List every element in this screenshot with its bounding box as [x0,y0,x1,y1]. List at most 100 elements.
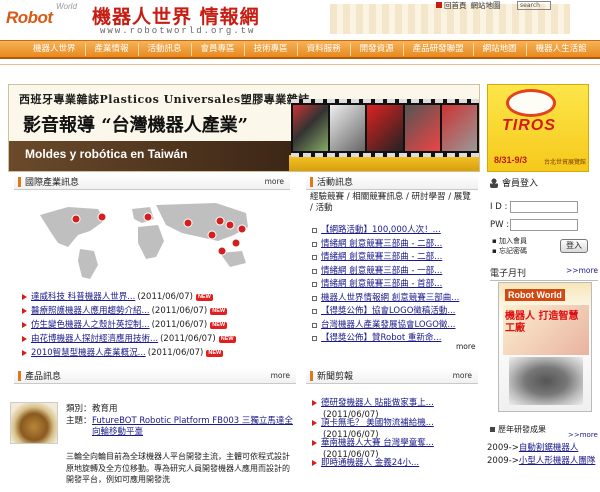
section-title: 產品訊息 [25,372,62,382]
news-clip-section: 新聞剪報 more [306,368,478,384]
more-link[interactable]: >>more [566,266,598,279]
logo-sub: World [56,2,77,11]
login-button[interactable]: 登入 [560,239,588,253]
news-link[interactable]: 由花博機器人探討經濟應用技術... [31,332,158,346]
tiros-venue: 台北世貿展覽館 [544,159,587,166]
award-link[interactable]: 自動割鋸機器人 [519,443,579,453]
tiros-date: 8/31-9/3 [494,155,528,165]
bullet-icon [312,282,317,288]
activity-link[interactable]: 【得獎公佈】協會LOGO徵稿活動... [321,305,456,319]
main-banner[interactable]: 西班牙專業雜誌Plasticos Universales塑膠專業雜誌 影音報導 … [8,84,480,172]
join-link[interactable]: ▪ 加入會員 [492,236,527,246]
more-link[interactable]: more [271,371,290,380]
news-link[interactable]: 醫療照護機器人應用趨勢介紹... [31,304,150,318]
search-input[interactable]: search [517,1,551,10]
new-badge: NEW [218,335,236,343]
site-logo[interactable]: Robot World [6,2,86,34]
activity-link[interactable]: 【得獎公佈】贊Robot 重新命... [321,332,441,346]
tiros-banner[interactable]: TIROS 8/31-9/3 台北世貿展覽館 [487,84,589,172]
activity-link[interactable]: 情緒網 創意競賽三部曲 - 二部... [321,251,442,265]
home-link[interactable]: 回首頁 [436,0,467,11]
password-field[interactable] [510,219,578,231]
activity-categories[interactable]: 經驗競賽 / 相關競賽訊息 / 研討學習 / 展覽 / 活動 [310,192,476,214]
news-date: (2011/06/07) [160,334,216,344]
login-title: 會員登入 [502,179,539,189]
activity-link[interactable]: 台灣機器人產業發展協會LOGO徵... [321,319,456,333]
section-header: 新聞剪報 more [306,368,478,384]
nav-item-technology[interactable]: 技術專區 [243,42,297,56]
list-item: 【網路活動】100,000人次！... [310,224,478,238]
news-link[interactable]: 達威科技 科普機器人世界... [31,290,135,304]
bullet-arrow-icon [22,308,27,314]
activity-link[interactable]: 情緒網 創意競賽三部曲 - 一部... [321,265,442,279]
news-link[interactable]: 頂卡無毛？ 美國物流補給機... [321,418,434,428]
tiros-logo-text: TIROS [502,117,556,134]
list-item: 【得獎公佈】贊Robot 重新命... [310,332,478,346]
awards-list: 2009->自動割鋸機器人 2009->小型人形機器人團隊 [487,442,599,468]
activity-link[interactable]: 情緒網 創意競賽三部曲 - 二部... [321,238,442,252]
list-item: 2010智慧型機器人產業概況... (2011/06/07) NEW [20,346,294,360]
magazine-cover-image[interactable]: Robot World 機器人 打造智慧工廠 [498,282,592,412]
product-image[interactable] [10,402,58,444]
bullet-icon [312,336,317,342]
banner-headline: 西班牙專業雜誌Plasticos Universales塑膠專業雜誌 [19,93,310,106]
news-link[interactable]: 即時通機器人 金義24小... [321,458,419,468]
bullet-icon [312,322,317,328]
award-link[interactable]: 小型人形機器人團隊 [519,456,596,466]
nav-item-industry-info[interactable]: 產業情報 [84,42,138,56]
nav-item-activities[interactable]: 活動訊息 [137,42,191,56]
login-pw-row: PW : [490,219,578,231]
sitemap-link[interactable]: 網站地圖 [471,0,501,11]
nav-item-robot-world[interactable]: 機器人世界 [24,43,85,56]
news-link[interactable]: 2010智慧型機器人產業概況... [31,346,146,360]
square-icon [490,427,495,432]
more-link[interactable]: more [456,342,475,351]
more-link[interactable]: more [265,177,284,186]
main-nav: 機器人世界 產業情報 活動訊息 會員專區 技術專區 資料服務 開發資源 產品研發… [0,40,600,59]
list-item: 【得獎公佈】協會LOGO徵稿活動... [310,305,478,319]
bullet-arrow-icon [22,322,27,328]
list-item: 情緒網 創意競賽三部曲 - 一部... [310,265,478,279]
list-item: 由花博機器人探討經濟應用技術... (2011/06/07) NEW [20,332,294,346]
subject-label: 主題： [66,415,92,426]
cover-headline: 機器人 打造智慧工廠 [505,311,579,334]
nav-item-rd-alliance[interactable]: 產品研發聯盟 [402,42,473,56]
award-year: 2009-> [487,443,519,453]
activity-link[interactable]: 機器人世界情報網 創意競賽三部曲... [321,292,459,306]
list-item: 情緒網 創意競賽三部曲 - 首部... [310,278,478,292]
site-url: www.robotworld.org.tw [100,26,256,36]
list-item: 2009->小型人形機器人團隊 [487,455,599,468]
film-frame [293,105,329,151]
cover-title: Robot World [505,289,565,301]
forgot-password-link[interactable]: ▪ 忘記密碼 [492,246,527,256]
banner-gold-bar [289,155,479,171]
site-header: Robot World 機器人世界 情報網 www.robotworld.org… [0,0,600,40]
section-marker [18,176,21,187]
nav-item-robot-life[interactable]: 機器人生活館 [525,42,596,56]
nav-item-dev-resources[interactable]: 開發資源 [349,42,403,56]
news-link[interactable]: 華南機器人大賽 台灣學童奪... [321,438,434,448]
category-label: 類別： [66,404,92,414]
product-link[interactable]: FutureBOT Robotic Platform FB003 三獨立馬達全向… [92,416,298,439]
news-link[interactable]: 德研發機器人 貼能做家事上... [321,398,434,408]
news-date: (2011/06/07) [147,348,204,358]
news-link[interactable]: 仿生變色機器人之殼計英控制... [31,318,150,332]
film-frame [441,105,478,151]
id-field[interactable] [510,201,578,213]
more-link[interactable]: >>more [568,431,598,439]
activity-link[interactable]: 情緒網 創意競賽三部曲 - 首部... [321,278,442,292]
list-item: 情緒網 創意競賽三部曲 - 二部... [310,238,478,252]
nav-item-sitemap[interactable]: 網站地圖 [472,42,526,56]
news-date: (2011/06/07) [137,292,193,302]
login-header: 會員登入 [490,176,538,189]
new-badge: NEW [206,349,224,357]
nav-item-members[interactable]: 會員專區 [190,42,244,56]
section-title: 國際產業訊息 [25,178,80,188]
more-link[interactable]: more [453,371,472,380]
product-info: 類別： 教育用 主題： FutureBOT Robotic Platform F… [66,404,298,439]
list-item: 情緒網 創意競賽三部曲 - 二部... [310,251,478,265]
activity-link[interactable]: 【網路活動】100,000人次！... [321,224,441,238]
nav-item-data-services[interactable]: 資料服務 [296,42,350,56]
list-item: 台灣機器人產業發展協會LOGO徵... [310,319,478,333]
category-value: 教育用 [92,404,118,414]
